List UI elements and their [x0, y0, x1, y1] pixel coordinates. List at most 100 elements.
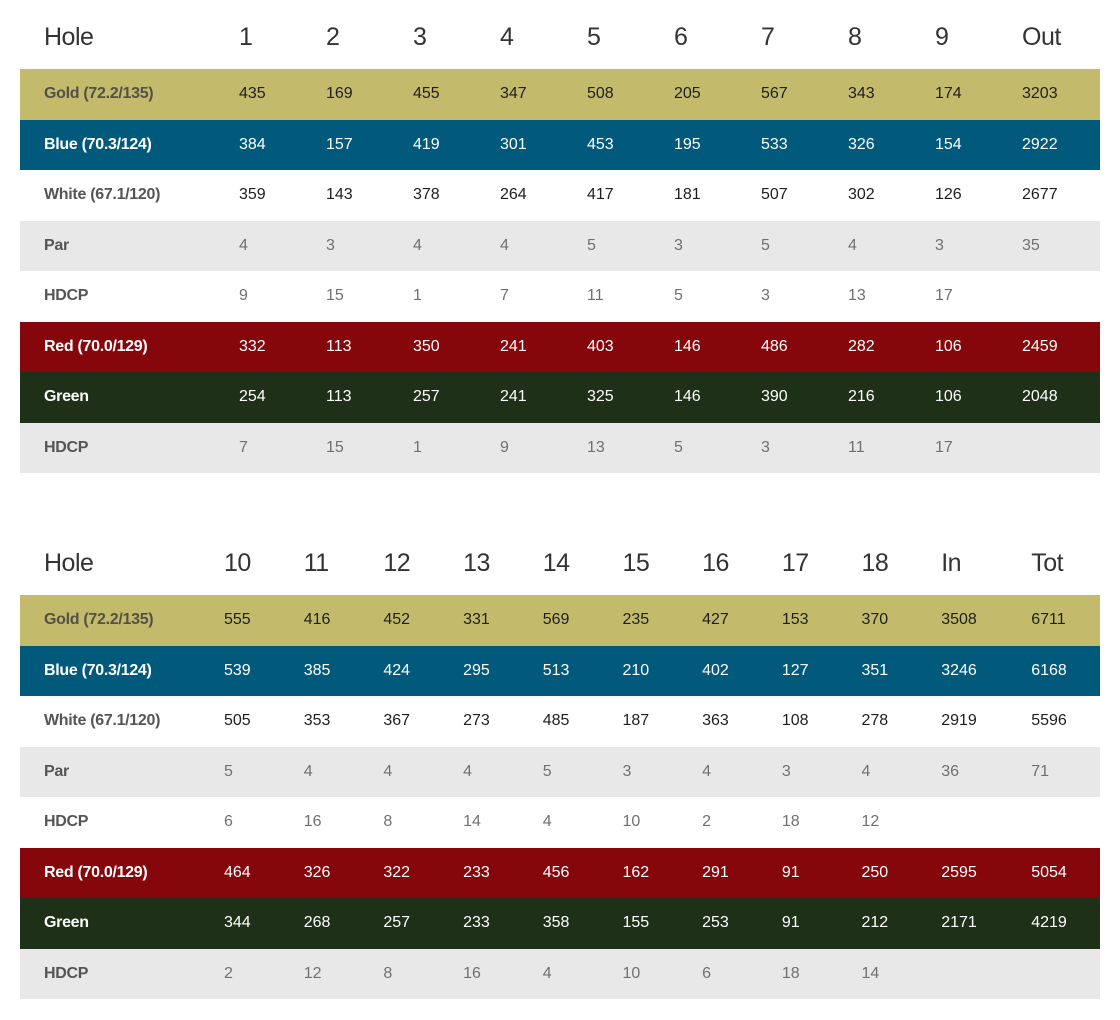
row-label: Gold (72.2/135) — [44, 85, 154, 103]
cell-value: 36 — [941, 762, 959, 780]
cell-value: 3246 — [941, 661, 977, 679]
cell-value: 4 — [848, 236, 857, 254]
cell-value: 71 — [1031, 762, 1049, 780]
cell-value: 4 — [702, 762, 712, 780]
cell-value: 253 — [702, 914, 729, 932]
cell-value: 6 — [702, 964, 712, 982]
row-label: White (67.1/120) — [44, 186, 161, 204]
cell-value: 513 — [542, 661, 570, 679]
cell-value: 353 — [303, 712, 331, 730]
tee-row-green: Green 344 268 257 233 358 155 253 91 212 2171 4219 — [20, 898, 1101, 949]
cell-value — [1022, 423, 1100, 474]
cell-value: 403 — [587, 337, 614, 355]
hole-column-header: 10 — [224, 549, 251, 577]
cell-value: 241 — [500, 337, 527, 355]
hole-column-header: 5 — [587, 23, 601, 51]
cell-value: 6 — [224, 813, 233, 831]
hole-column-header: 15 — [622, 549, 650, 577]
cell-value: 146 — [674, 388, 701, 406]
row-label: Green — [44, 914, 89, 932]
tee-row-hdcp2: HDCP 2 12 8 16 4 10 6 18 14 — [20, 948, 1101, 1000]
hole-column-header: In — [941, 549, 962, 577]
back-header-row: Hole 10 11 12 13 14 15 16 17 18 In Tot — [20, 526, 1100, 595]
cell-value: 3203 — [1022, 85, 1058, 103]
row-label: Green — [44, 388, 89, 406]
cell-value: 4 — [239, 236, 248, 254]
cell-value: 5 — [587, 236, 596, 254]
cell-value: 359 — [239, 186, 266, 204]
cell-value: 2 — [224, 964, 233, 982]
cell-value: 2919 — [941, 712, 977, 730]
cell-value: 195 — [674, 135, 701, 153]
cell-value: 2595 — [941, 863, 977, 881]
cell-value: 12 — [861, 813, 880, 831]
front-nine-scorecard: Hole 1 2 3 4 5 6 7 8 9 Out Gold (72.2/135) 435 169 45… — [20, 0, 1100, 473]
cell-value: 302 — [848, 186, 875, 204]
cell-value: 15 — [326, 438, 344, 456]
hole-column-header: 4 — [500, 23, 514, 51]
cell-value: 5 — [761, 236, 770, 254]
cell-value: 257 — [413, 388, 440, 406]
cell-value: 155 — [622, 914, 650, 932]
cell-value: 14 — [463, 813, 481, 831]
back-nine-scorecard: Hole 10 11 12 13 14 15 16 17 18 In Tot Gold (72.2/1… — [20, 526, 1101, 1000]
cell-value: 326 — [848, 135, 875, 153]
hole-column-header: 16 — [702, 549, 729, 577]
hole-column-header: 1 — [239, 23, 253, 51]
cell-value: 18 — [781, 813, 800, 831]
hole-header-label: Hole — [44, 549, 94, 577]
cell-value: 233 — [463, 863, 490, 881]
cell-value: 3508 — [941, 611, 977, 629]
cell-value: 3 — [674, 236, 683, 254]
cell-value: 235 — [622, 611, 650, 629]
tee-row-par: Par 4 3 4 4 5 3 5 4 3 35 — [20, 220, 1100, 271]
cell-value: 1 — [413, 287, 422, 305]
cell-value: 3 — [761, 287, 770, 305]
cell-value: 12 — [303, 964, 322, 982]
cell-value: 11 — [587, 287, 604, 305]
cell-value: 257 — [383, 914, 411, 932]
cell-value: 325 — [587, 388, 614, 406]
cell-value: 282 — [848, 337, 875, 355]
cell-value: 91 — [781, 863, 800, 881]
cell-value: 4 — [463, 762, 472, 780]
cell-value: 424 — [383, 661, 411, 679]
cell-value: 181 — [674, 186, 701, 204]
cell-value: 390 — [761, 388, 788, 406]
cell-value: 250 — [861, 863, 889, 881]
cell-value: 5 — [542, 762, 552, 780]
cell-value: 16 — [463, 964, 481, 982]
tee-row-blue: Blue (70.3/124) 539 385 424 295 513 210 402 127 3… — [20, 645, 1101, 696]
hole-column-header: 8 — [848, 23, 862, 51]
hole-column-header: 2 — [326, 23, 340, 51]
cell-value: 485 — [542, 712, 570, 730]
cell-value: 162 — [622, 863, 650, 881]
row-label: Red (70.0/129) — [44, 863, 148, 881]
cell-value: 4 — [542, 964, 552, 982]
cell-value: 385 — [303, 661, 331, 679]
cell-value: 106 — [935, 388, 962, 406]
cell-value: 402 — [702, 661, 729, 679]
cell-value: 4 — [413, 236, 422, 254]
row-label: HDCP — [44, 813, 89, 831]
cell-value: 13 — [848, 287, 866, 305]
hole-header-label: Hole — [44, 23, 94, 51]
cell-value: 4 — [542, 813, 552, 831]
cell-value: 13 — [587, 438, 605, 456]
cell-value: 326 — [303, 863, 331, 881]
hole-column-header: 18 — [861, 549, 889, 577]
row-label: White (67.1/120) — [44, 712, 161, 730]
tee-row-red: Red (70.0/129) 464 326 322 233 456 162 291 91 250… — [20, 847, 1101, 898]
cell-value: 291 — [702, 863, 729, 881]
cell-value: 378 — [413, 186, 440, 204]
tee-row-par: Par 5 4 4 4 5 3 4 3 4 36 71 — [20, 746, 1101, 797]
cell-value: 2171 — [941, 914, 977, 932]
cell-value: 7 — [239, 438, 248, 456]
cell-value — [941, 949, 1031, 1000]
cell-value: 127 — [781, 661, 809, 679]
cell-value: 5 — [224, 762, 233, 780]
cell-value: 9 — [239, 287, 248, 305]
cell-value: 4219 — [1031, 914, 1067, 932]
tee-row-white: White (67.1/120) 359 143 378 264 417 181 507 302… — [20, 170, 1100, 221]
cell-value: 456 — [542, 863, 570, 881]
